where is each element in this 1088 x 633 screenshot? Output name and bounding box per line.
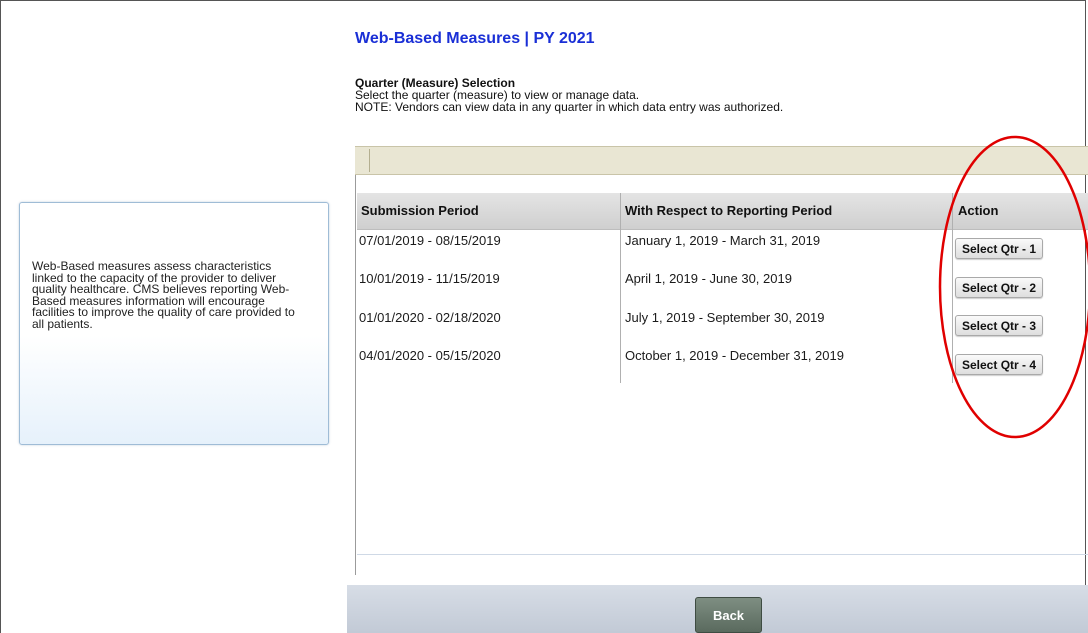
grid-left-border bbox=[355, 175, 356, 575]
select-qtr-2-button[interactable]: Select Qtr - 2 bbox=[955, 277, 1044, 298]
table-cell-submission: 07/01/2019 - 08/15/2019 bbox=[359, 233, 501, 248]
column-divider bbox=[620, 193, 621, 383]
table-cell-reporting: July 1, 2019 - September 30, 2019 bbox=[625, 310, 825, 325]
select-qtr-4-button[interactable]: Select Qtr - 4 bbox=[955, 354, 1044, 375]
page-title: Web-Based Measures | PY 2021 bbox=[355, 30, 595, 47]
table-cell-submission: 01/01/2020 - 02/18/2020 bbox=[359, 310, 501, 325]
header-reporting-period: With Respect to Reporting Period bbox=[625, 203, 833, 218]
back-button[interactable]: Back bbox=[695, 597, 762, 633]
select-qtr-3-button[interactable]: Select Qtr - 3 bbox=[955, 315, 1044, 336]
table-cell-reporting: October 1, 2019 - December 31, 2019 bbox=[625, 348, 844, 363]
table-cell-reporting: January 1, 2019 - March 31, 2019 bbox=[625, 233, 821, 248]
select-qtr-1-button[interactable]: Select Qtr - 1 bbox=[955, 238, 1044, 259]
toolbar-divider bbox=[369, 149, 370, 172]
column-divider bbox=[952, 193, 953, 383]
table-cell-submission: 10/01/2019 - 11/15/2019 bbox=[359, 271, 500, 286]
section-note: NOTE: Vendors can view data in any quart… bbox=[355, 100, 784, 114]
info-panel-text: Web-Based measures assess characteristic… bbox=[32, 259, 295, 331]
table-cell-reporting: April 1, 2019 - June 30, 2019 bbox=[625, 271, 792, 286]
header-submission-period: Submission Period bbox=[361, 203, 479, 218]
grid-bottom-border bbox=[357, 554, 1088, 555]
grid-toolbar bbox=[355, 146, 1088, 175]
table-cell-submission: 04/01/2020 - 05/15/2020 bbox=[359, 348, 501, 363]
header-action: Action bbox=[958, 203, 999, 218]
